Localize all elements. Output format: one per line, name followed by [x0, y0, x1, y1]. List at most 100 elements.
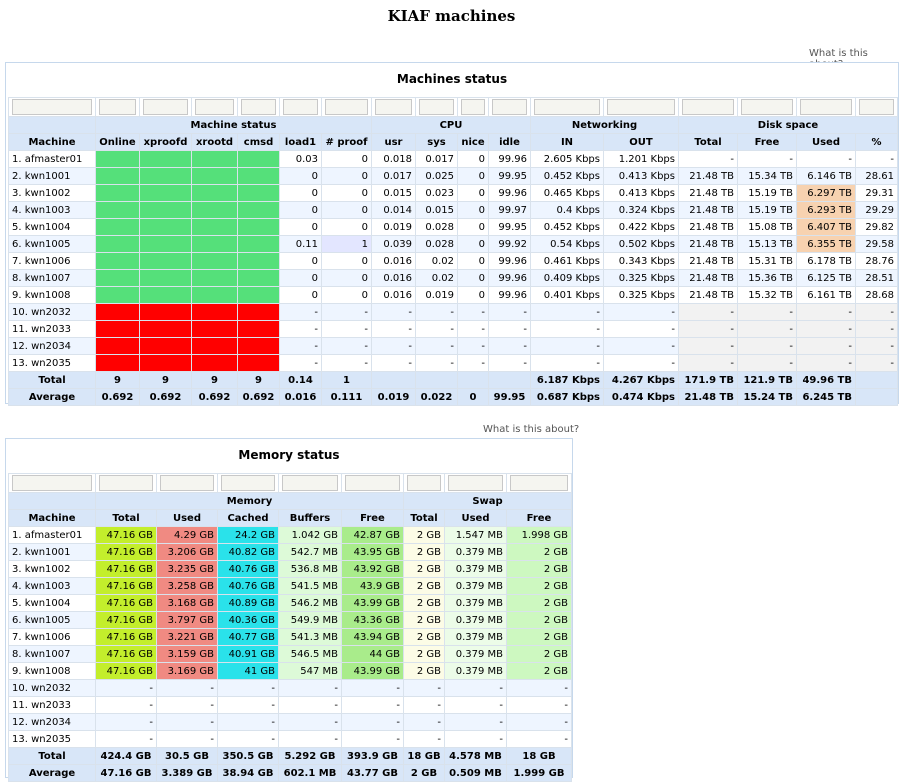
column-header-total-6[interactable]: Total	[403, 509, 445, 527]
column-header-online-1[interactable]: Online	[95, 133, 140, 151]
machine-name[interactable]: 7. kwn1006	[8, 252, 96, 270]
column-header-usr-7[interactable]: usr	[371, 133, 416, 151]
machine-name[interactable]: 7. kwn1006	[8, 628, 96, 646]
filter-input--16[interactable]	[859, 99, 894, 115]
machine-name[interactable]: 4. kwn1003	[8, 577, 96, 595]
column-header-total-13[interactable]: Total	[678, 133, 738, 151]
column-header-free-14[interactable]: Free	[737, 133, 797, 151]
filter-input-buffers-4[interactable]	[282, 475, 338, 491]
table-cell: -	[279, 320, 322, 338]
filter-input-load1-5[interactable]	[283, 99, 318, 115]
filter-input-in-11[interactable]	[534, 99, 600, 115]
filter-cell	[457, 97, 489, 117]
column-header-used-2[interactable]: Used	[156, 509, 218, 527]
table-cell: -	[217, 713, 279, 731]
table-cell: -	[530, 337, 604, 355]
machine-name[interactable]: 12. wn2034	[8, 337, 96, 355]
filter-input-free-14[interactable]	[741, 99, 793, 115]
filter-input-proof-6[interactable]	[325, 99, 368, 115]
machine-name[interactable]: 5. kwn1004	[8, 218, 96, 236]
filter-input-cmsd-4[interactable]	[241, 99, 276, 115]
machine-name[interactable]: 5. kwn1004	[8, 594, 96, 612]
machines-status-title: Machines status	[396, 72, 508, 86]
filter-input-free-8[interactable]	[510, 475, 568, 491]
table-row: 4. kwn1003 0 0 0.014 0.015 0 99.97 0.4 Kbps 0.32…	[8, 201, 898, 219]
filter-input-nice-9[interactable]	[461, 99, 485, 115]
machine-name[interactable]: 11. wn2033	[8, 320, 96, 338]
machine-name[interactable]: 6. kwn1005	[8, 235, 96, 253]
table-cell: -	[341, 679, 404, 697]
machine-name[interactable]: 1. afmaster01	[8, 150, 96, 168]
table-cell: 15.36 TB	[737, 269, 797, 287]
filter-input-free-5[interactable]	[345, 475, 400, 491]
filter-input-xrootd-3[interactable]	[195, 99, 234, 115]
column-header--16[interactable]: %	[855, 133, 898, 151]
column-header-xrootd-3[interactable]: xrootd	[191, 133, 238, 151]
filter-cell	[8, 97, 96, 117]
column-header-sys-8[interactable]: sys	[415, 133, 458, 151]
filter-input-out-12[interactable]	[607, 99, 675, 115]
column-header-machine-0[interactable]: Machine	[8, 133, 96, 151]
filter-input-total-6[interactable]	[407, 475, 441, 491]
summary-cell: 393.9 GB	[341, 747, 404, 765]
about-link-memory[interactable]: What is this about?	[483, 424, 579, 435]
machine-name[interactable]: 11. wn2033	[8, 696, 96, 714]
filter-input-usr-7[interactable]	[375, 99, 412, 115]
filter-input-sys-8[interactable]	[419, 99, 454, 115]
machine-name[interactable]: 8. kwn1007	[8, 645, 96, 663]
machine-name[interactable]: 8. kwn1007	[8, 269, 96, 287]
column-header-xproofd-2[interactable]: xproofd	[139, 133, 192, 151]
summary-cell: 9	[95, 371, 140, 389]
machine-name[interactable]: 9. kwn1008	[8, 662, 96, 680]
column-header-cached-3[interactable]: Cached	[217, 509, 279, 527]
machine-name[interactable]: 3. kwn1002	[8, 184, 96, 202]
summary-cell	[488, 371, 531, 389]
filter-input-online-1[interactable]	[99, 99, 136, 115]
column-header-cmsd-4[interactable]: cmsd	[237, 133, 280, 151]
machine-name[interactable]: 10. wn2032	[8, 303, 96, 321]
filter-input-machine-0[interactable]	[12, 475, 92, 491]
filter-cell	[278, 473, 342, 493]
column-header-used-7[interactable]: Used	[444, 509, 507, 527]
column-header-free-5[interactable]: Free	[341, 509, 404, 527]
filter-input-xproofd-2[interactable]	[143, 99, 188, 115]
machine-name[interactable]: 10. wn2032	[8, 679, 96, 697]
column-header-nice-9[interactable]: nice	[457, 133, 489, 151]
column-header-idle-10[interactable]: idle	[488, 133, 531, 151]
machine-name[interactable]: 12. wn2034	[8, 713, 96, 731]
filter-input-used-7[interactable]	[448, 475, 503, 491]
filter-input-idle-10[interactable]	[492, 99, 527, 115]
filter-input-total-1[interactable]	[99, 475, 153, 491]
column-header-total-1[interactable]: Total	[95, 509, 157, 527]
machine-name[interactable]: 1. afmaster01	[8, 526, 96, 544]
column-header-load1-5[interactable]: load1	[279, 133, 322, 151]
filter-input-used-15[interactable]	[800, 99, 852, 115]
machine-name[interactable]: 4. kwn1003	[8, 201, 96, 219]
column-header-free-8[interactable]: Free	[506, 509, 572, 527]
table-cell: 2 GB	[506, 611, 572, 629]
machine-name[interactable]: 2. kwn1001	[8, 543, 96, 561]
machine-name[interactable]: 2. kwn1001	[8, 167, 96, 185]
table-cell: 0.379 MB	[444, 645, 507, 663]
machine-name[interactable]: 13. wn2035	[8, 354, 96, 372]
table-cell: 2 GB	[403, 594, 445, 612]
machine-name[interactable]: 9. kwn1008	[8, 286, 96, 304]
filter-input-used-2[interactable]	[160, 475, 214, 491]
column-header-out-12[interactable]: OUT	[603, 133, 679, 151]
column-header-buffers-4[interactable]: Buffers	[278, 509, 342, 527]
column-header-used-15[interactable]: Used	[796, 133, 856, 151]
status-indicator	[139, 218, 192, 236]
machine-name[interactable]: 3. kwn1002	[8, 560, 96, 578]
column-header-proof-6[interactable]: # proof	[321, 133, 372, 151]
filter-input-cached-3[interactable]	[221, 475, 275, 491]
machine-name[interactable]: 13. wn2035	[8, 730, 96, 748]
column-header-in-11[interactable]: IN	[530, 133, 604, 151]
table-cell: -	[341, 713, 404, 731]
filter-input-machine-0[interactable]	[12, 99, 92, 115]
table-cell: 21.48 TB	[678, 167, 738, 185]
table-cell: 15.19 TB	[737, 184, 797, 202]
filter-input-total-13[interactable]	[682, 99, 734, 115]
machine-name[interactable]: 6. kwn1005	[8, 611, 96, 629]
column-header-machine-0[interactable]: Machine	[8, 509, 96, 527]
table-cell: 2 GB	[403, 645, 445, 663]
